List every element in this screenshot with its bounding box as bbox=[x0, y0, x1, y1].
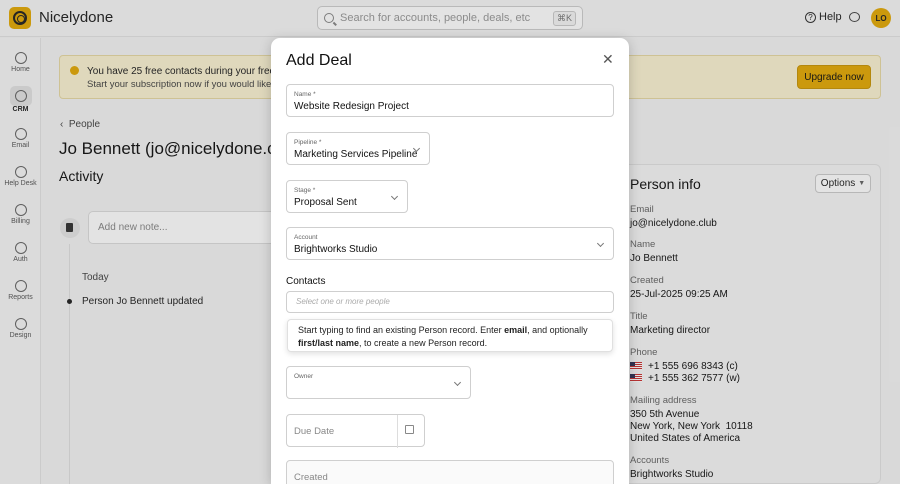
account-select[interactable]: Account Brightworks Studio bbox=[286, 227, 614, 260]
contacts-input[interactable]: Select one or more people bbox=[286, 291, 614, 313]
modal-title: Add Deal bbox=[286, 52, 352, 69]
due-date-field[interactable]: Due Date bbox=[286, 414, 425, 448]
field-divider bbox=[397, 415, 398, 448]
contacts-label: Contacts bbox=[286, 276, 326, 287]
due-date-placeholder: Due Date bbox=[294, 426, 335, 437]
close-icon[interactable]: ✕ bbox=[602, 51, 614, 68]
add-deal-modal: Add Deal ✕ Name * Website Redesign Proje… bbox=[271, 38, 629, 484]
name-field[interactable]: Name * Website Redesign Project bbox=[286, 84, 614, 117]
pipeline-label: Pipeline * bbox=[294, 139, 322, 146]
hint-bold-email: email bbox=[504, 325, 528, 335]
hint-text-2: , and optionally bbox=[527, 325, 588, 335]
owner-select[interactable]: Owner bbox=[286, 366, 471, 399]
calendar-icon[interactable] bbox=[405, 425, 414, 434]
chevron-down-icon bbox=[596, 239, 605, 248]
hint-text-1: Start typing to find an existing Person … bbox=[298, 325, 505, 335]
pipeline-select[interactable]: Pipeline * Marketing Services Pipeline bbox=[286, 132, 430, 165]
pipeline-value: Marketing Services Pipeline bbox=[294, 149, 418, 160]
account-field-value: Brightworks Studio bbox=[294, 244, 378, 255]
chevron-down-icon bbox=[453, 378, 462, 387]
owner-label: Owner bbox=[294, 373, 314, 380]
stage-label: Stage * bbox=[294, 187, 316, 194]
stage-select[interactable]: Stage * Proposal Sent bbox=[286, 180, 408, 213]
created-placeholder: Created bbox=[294, 472, 328, 483]
hint-text-3: , to create a new Person record. bbox=[359, 338, 488, 348]
created-field[interactable]: Created bbox=[286, 460, 614, 484]
chevron-down-icon bbox=[390, 192, 399, 201]
contacts-hint-tooltip: Start typing to find an existing Person … bbox=[287, 319, 613, 352]
hint-bold-name: first/last name bbox=[298, 338, 360, 348]
stage-value: Proposal Sent bbox=[294, 197, 357, 208]
account-field-label: Account bbox=[294, 234, 318, 241]
name-field-label: Name * bbox=[294, 91, 316, 98]
name-field-value: Website Redesign Project bbox=[294, 101, 409, 112]
